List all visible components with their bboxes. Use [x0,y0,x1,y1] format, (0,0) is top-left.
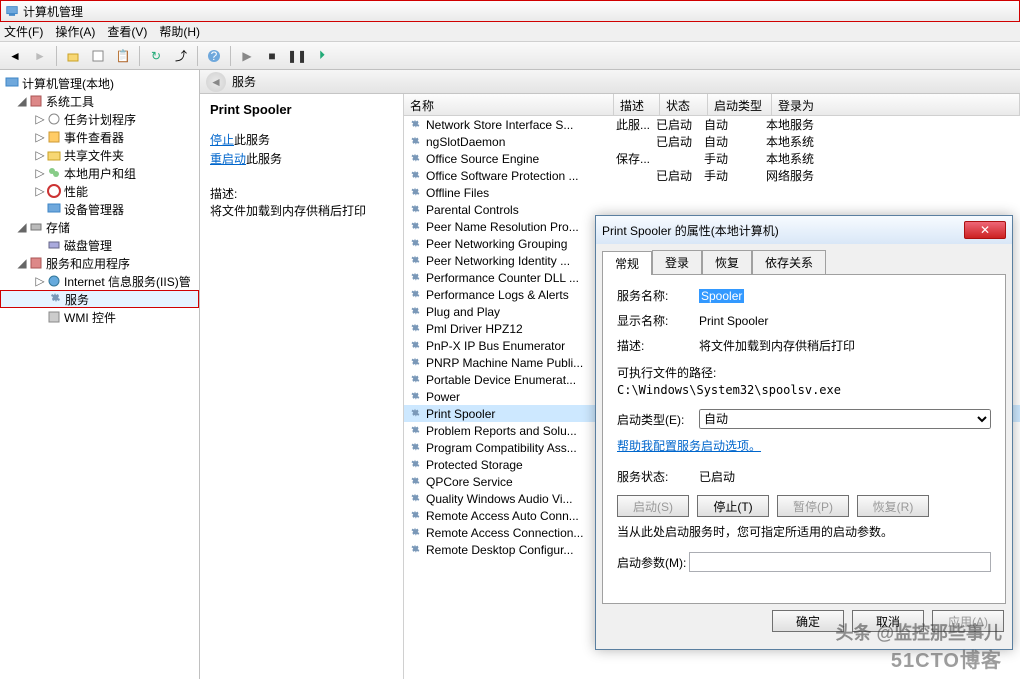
export2-icon[interactable]: ⤴ [170,45,192,67]
stop-service-link[interactable]: 停止 [210,133,234,147]
svc-name-label: 服务名称: [617,287,699,304]
tree-iis[interactable]: ▷Internet 信息服务(IIS)管 [0,272,199,290]
service-row[interactable]: Office Source Engine保存...手动本地系统 [404,150,1020,167]
service-row[interactable]: Offline Files [404,184,1020,201]
startup-select[interactable]: 自动 [699,409,991,429]
back-circle-icon[interactable]: ◄ [206,72,226,92]
detail-pane: Print Spooler 停止此服务 重启动此服务 描述: 将文件加载到内存供… [200,94,404,679]
nav-tree[interactable]: 计算机管理(本地) ◢系统工具 ▷任务计划程序 ▷事件查看器 ▷共享文件夹 ▷本… [0,70,200,679]
status-value: 已启动 [699,468,991,485]
param-label: 启动参数(M): [617,554,689,571]
window-title: 计算机管理 [23,3,83,20]
desc-value: 将文件加载到内存供稍后打印 [699,337,991,354]
tab-recovery[interactable]: 恢复 [702,250,752,274]
selected-service-name: Print Spooler [210,102,393,117]
dialog-title: Print Spooler 的属性(本地计算机) [602,222,779,239]
tree-services[interactable]: 服务 [0,290,199,308]
watermark-top: 头条 @监控那些事儿 [835,619,1002,645]
resume-button: 恢复(R) [857,495,929,517]
param-input [689,552,991,572]
help-icon[interactable]: ? [203,45,225,67]
tree-systools[interactable]: ◢系统工具 [0,92,199,110]
svg-text:?: ? [211,49,218,63]
export-icon[interactable]: 📋 [112,45,134,67]
svc-name-value[interactable]: Spooler [699,289,744,303]
tab-deps[interactable]: 依存关系 [752,250,826,274]
startup-label: 启动类型(E): [617,411,699,428]
col-name[interactable]: 名称 [404,94,614,115]
tree-svcapps[interactable]: ◢服务和应用程序 [0,254,199,272]
status-label: 服务状态: [617,468,699,485]
col-status[interactable]: 状态 [660,94,708,115]
tree-eventviewer[interactable]: ▷事件查看器 [0,128,199,146]
dialog-titlebar[interactable]: Print Spooler 的属性(本地计算机) ✕ [596,216,1012,244]
watermark-bottom: 51CTO博客 [891,644,1002,673]
exe-path: C:\Windows\System32\spoolsv.exe [617,383,991,397]
stop-button[interactable]: 停止(T) [697,495,769,517]
menu-view[interactable]: 查看(V) [107,23,147,40]
help-link[interactable]: 帮助我配置服务启动选项。 [617,439,761,453]
desc-text: 将文件加载到内存供稍后打印 [210,202,393,219]
tree-tasksched[interactable]: ▷任务计划程序 [0,110,199,128]
col-desc[interactable]: 描述 [614,94,660,115]
ok-button[interactable]: 确定 [772,610,844,632]
start-hint: 当从此处启动服务时，您可指定所适用的启动参数。 [617,523,991,540]
tree-perf[interactable]: ▷性能 [0,182,199,200]
exe-label: 可执行文件的路径: [617,364,991,381]
window-titlebar: 计算机管理 [0,0,1020,22]
menu-action[interactable]: 操作(A) [55,23,95,40]
pause-button: 暂停(P) [777,495,849,517]
stop-icon[interactable]: ■ [261,45,283,67]
tree-wmi[interactable]: WMI 控件 [0,308,199,326]
restart-service-link[interactable]: 重启动 [210,152,246,166]
list-header: 名称 描述 状态 启动类型 登录为 [404,94,1020,116]
dialog-tabs: 常规 登录 恢复 依存关系 [596,244,1012,274]
restart-icon[interactable]: ⏵ [311,45,333,67]
play-icon[interactable]: ▶ [236,45,258,67]
service-row[interactable]: ngSlotDaemon已启动自动本地系统 [404,133,1020,150]
tree-shared[interactable]: ▷共享文件夹 [0,146,199,164]
service-row[interactable]: Network Store Interface S...此服...已启动自动本地… [404,116,1020,133]
content-title: 服务 [232,73,256,90]
props-icon[interactable] [87,45,109,67]
content-header: ◄ 服务 [200,70,1020,94]
tab-logon[interactable]: 登录 [652,250,702,274]
pause-icon[interactable]: ❚❚ [286,45,308,67]
start-button: 启动(S) [617,495,689,517]
tree-storage[interactable]: ◢存储 [0,218,199,236]
up-icon[interactable] [62,45,84,67]
tree-devmgr[interactable]: 设备管理器 [0,200,199,218]
desc-label: 描述: [210,185,393,202]
refresh-icon[interactable]: ↻ [145,45,167,67]
service-row[interactable]: Office Software Protection ...已启动手动网络服务 [404,167,1020,184]
nav-back-icon[interactable]: ◄ [4,45,26,67]
menubar: 文件(F) 操作(A) 查看(V) 帮助(H) [0,22,1020,42]
col-startup[interactable]: 启动类型 [708,94,772,115]
tab-general[interactable]: 常规 [602,251,652,275]
col-logon[interactable]: 登录为 [772,94,1020,115]
toolbar: ◄ ► 📋 ↻ ⤴ ? ▶ ■ ❚❚ ⏵ [0,42,1020,70]
tree-localusers[interactable]: ▷本地用户和组 [0,164,199,182]
menu-file[interactable]: 文件(F) [4,23,43,40]
app-icon [5,4,19,18]
desc-label: 描述: [617,337,699,354]
dialog-body: 服务名称:Spooler 显示名称:Print Spooler 描述:将文件加载… [602,274,1006,604]
tree-root[interactable]: 计算机管理(本地) [0,74,199,92]
disp-name-value: Print Spooler [699,314,991,328]
properties-dialog: Print Spooler 的属性(本地计算机) ✕ 常规 登录 恢复 依存关系… [595,215,1013,650]
tree-diskmgr[interactable]: 磁盘管理 [0,236,199,254]
nav-fwd-icon[interactable]: ► [29,45,51,67]
close-button[interactable]: ✕ [964,221,1006,239]
menu-help[interactable]: 帮助(H) [159,23,200,40]
disp-name-label: 显示名称: [617,312,699,329]
